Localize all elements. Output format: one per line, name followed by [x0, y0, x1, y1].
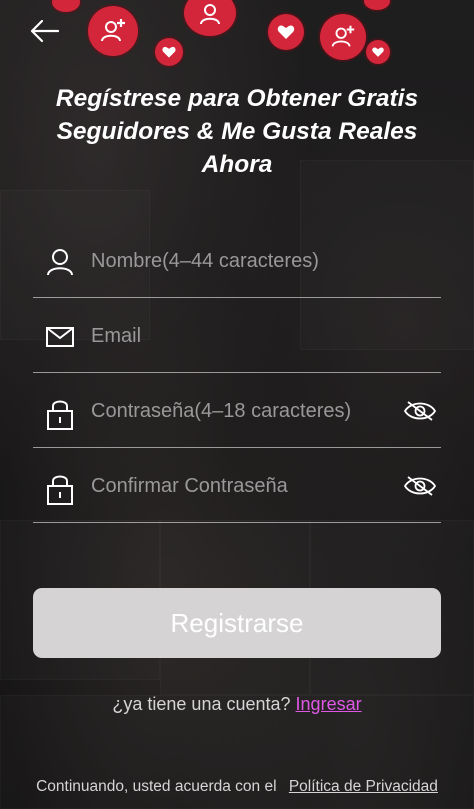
- login-prompt: ¿ya tiene una cuenta? Ingresar: [0, 694, 474, 715]
- privacy-footer: Continuando, usted acuerda con el Políti…: [0, 778, 474, 796]
- add-user-icon: [88, 6, 138, 56]
- password-field-row: [33, 373, 441, 448]
- name-field-row: [33, 223, 441, 298]
- confirm-password-field-row: [33, 448, 441, 523]
- page-title: Regístrese para Obtener Gratis Seguidore…: [55, 85, 419, 178]
- login-link[interactable]: Ingresar: [296, 694, 362, 714]
- confirm-password-input[interactable]: [91, 466, 391, 506]
- name-input[interactable]: [91, 241, 391, 281]
- lock-icon: [45, 397, 75, 430]
- privacy-policy-link[interactable]: Política de Privacidad: [289, 778, 438, 795]
- register-button[interactable]: Registrarse: [33, 588, 441, 658]
- eye-off-icon[interactable]: [403, 474, 437, 498]
- user-icon: [45, 247, 75, 277]
- password-input[interactable]: [91, 391, 391, 431]
- eye-off-icon[interactable]: [403, 399, 437, 423]
- heart-plus-icon: [268, 14, 304, 50]
- mail-icon: [45, 322, 75, 352]
- heart-plus-icon: [366, 40, 390, 64]
- privacy-footer-text: Continuando, usted acuerda con el: [36, 778, 277, 795]
- heart-plus-icon: [155, 38, 183, 66]
- login-prompt-text: ¿ya tiene una cuenta?: [112, 694, 291, 714]
- back-arrow-icon[interactable]: [28, 14, 62, 48]
- email-input[interactable]: [91, 316, 391, 356]
- email-field-row: [33, 298, 441, 373]
- lock-icon: [45, 472, 75, 505]
- add-user-icon: [320, 14, 366, 60]
